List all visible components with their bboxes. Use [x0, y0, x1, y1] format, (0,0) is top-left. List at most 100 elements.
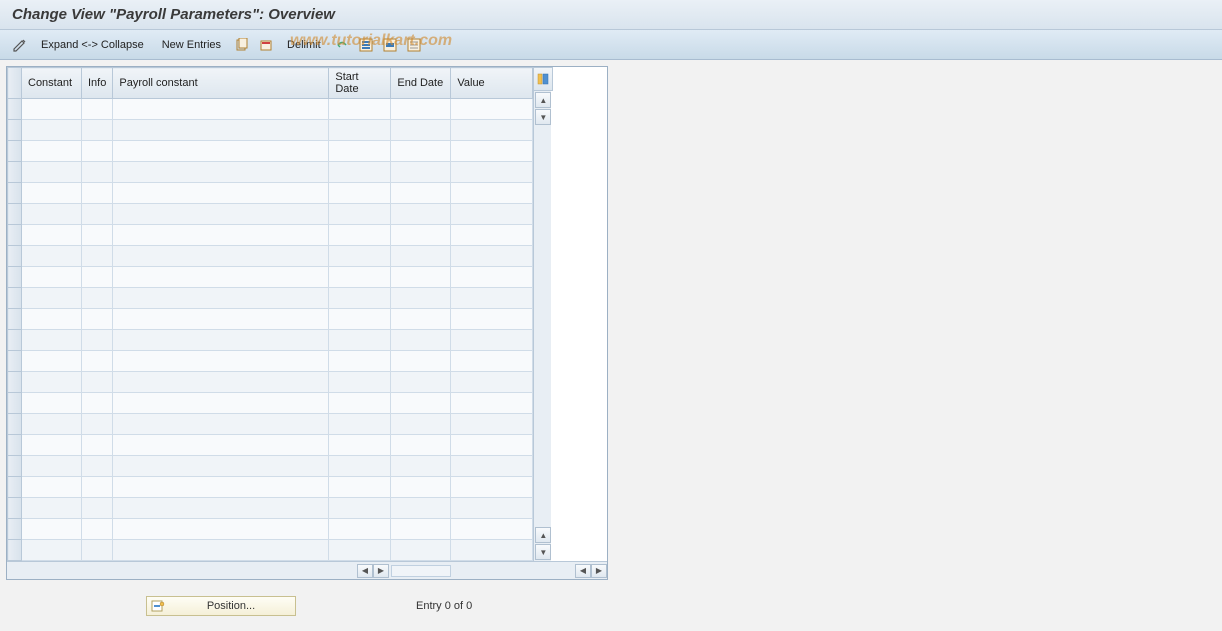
table-row[interactable]	[8, 372, 533, 393]
cell-payroll-constant[interactable]	[113, 393, 329, 414]
cell-payroll-constant[interactable]	[113, 330, 329, 351]
cell-value[interactable]	[451, 267, 533, 288]
cell-constant[interactable]	[22, 225, 82, 246]
cell-payroll-constant[interactable]	[113, 456, 329, 477]
table-row[interactable]	[8, 309, 533, 330]
cell-value[interactable]	[451, 246, 533, 267]
row-selector[interactable]	[8, 372, 22, 393]
cell-value[interactable]	[451, 162, 533, 183]
cell-info[interactable]	[82, 246, 113, 267]
cell-info[interactable]	[82, 309, 113, 330]
cell-start-date[interactable]	[329, 330, 391, 351]
scroll-down-icon[interactable]: ▼	[535, 109, 551, 125]
cell-start-date[interactable]	[329, 435, 391, 456]
cell-start-date[interactable]	[329, 309, 391, 330]
cell-end-date[interactable]	[391, 162, 451, 183]
row-selector[interactable]	[8, 477, 22, 498]
cell-payroll-constant[interactable]	[113, 141, 329, 162]
cell-info[interactable]	[82, 183, 113, 204]
cell-constant[interactable]	[22, 288, 82, 309]
row-selector[interactable]	[8, 99, 22, 120]
cell-payroll-constant[interactable]	[113, 162, 329, 183]
cell-end-date[interactable]	[391, 498, 451, 519]
table-row[interactable]	[8, 183, 533, 204]
cell-value[interactable]	[451, 120, 533, 141]
cell-payroll-constant[interactable]	[113, 519, 329, 540]
scroll-right-end-icon[interactable]: ▶	[591, 564, 607, 578]
table-row[interactable]	[8, 456, 533, 477]
cell-payroll-constant[interactable]	[113, 225, 329, 246]
row-selector[interactable]	[8, 288, 22, 309]
cell-start-date[interactable]	[329, 246, 391, 267]
table-row[interactable]	[8, 246, 533, 267]
row-selector[interactable]	[8, 540, 22, 561]
cell-info[interactable]	[82, 372, 113, 393]
cell-end-date[interactable]	[391, 351, 451, 372]
cell-start-date[interactable]	[329, 540, 391, 561]
scroll-down-bottom-icon[interactable]: ▼	[535, 544, 551, 560]
cell-end-date[interactable]	[391, 141, 451, 162]
table-row[interactable]	[8, 99, 533, 120]
cell-constant[interactable]	[22, 330, 82, 351]
delimit-button[interactable]: Delimit	[280, 35, 328, 55]
cell-start-date[interactable]	[329, 477, 391, 498]
cell-info[interactable]	[82, 141, 113, 162]
horizontal-scrollbar[interactable]: ◀ ▶ ◀ ▶	[7, 561, 607, 579]
cell-start-date[interactable]	[329, 393, 391, 414]
position-button[interactable]: Position...	[146, 596, 296, 616]
cell-constant[interactable]	[22, 477, 82, 498]
cell-start-date[interactable]	[329, 204, 391, 225]
cell-end-date[interactable]	[391, 330, 451, 351]
row-selector[interactable]	[8, 498, 22, 519]
column-constant[interactable]: Constant	[22, 68, 82, 99]
cell-payroll-constant[interactable]	[113, 477, 329, 498]
cell-value[interactable]	[451, 225, 533, 246]
cell-value[interactable]	[451, 288, 533, 309]
table-row[interactable]	[8, 393, 533, 414]
cell-info[interactable]	[82, 267, 113, 288]
cell-constant[interactable]	[22, 372, 82, 393]
cell-constant[interactable]	[22, 456, 82, 477]
cell-info[interactable]	[82, 120, 113, 141]
cell-info[interactable]	[82, 498, 113, 519]
cell-value[interactable]	[451, 141, 533, 162]
row-selector[interactable]	[8, 330, 22, 351]
cell-payroll-constant[interactable]	[113, 120, 329, 141]
cell-end-date[interactable]	[391, 288, 451, 309]
cell-info[interactable]	[82, 330, 113, 351]
cell-start-date[interactable]	[329, 372, 391, 393]
new-entries-button[interactable]: New Entries	[155, 35, 228, 55]
cell-end-date[interactable]	[391, 183, 451, 204]
cell-start-date[interactable]	[329, 99, 391, 120]
select-all-icon[interactable]	[356, 36, 376, 54]
cell-end-date[interactable]	[391, 519, 451, 540]
table-row[interactable]	[8, 351, 533, 372]
table-row[interactable]	[8, 435, 533, 456]
cell-end-date[interactable]	[391, 267, 451, 288]
undo-change-icon[interactable]	[332, 36, 352, 54]
cell-start-date[interactable]	[329, 183, 391, 204]
row-selector[interactable]	[8, 225, 22, 246]
scroll-up-bottom-icon[interactable]: ▲	[535, 527, 551, 543]
cell-value[interactable]	[451, 204, 533, 225]
cell-constant[interactable]	[22, 351, 82, 372]
cell-value[interactable]	[451, 540, 533, 561]
cell-value[interactable]	[451, 456, 533, 477]
cell-constant[interactable]	[22, 162, 82, 183]
row-selector[interactable]	[8, 120, 22, 141]
cell-constant[interactable]	[22, 435, 82, 456]
cell-info[interactable]	[82, 351, 113, 372]
scroll-left-icon[interactable]: ◀	[357, 564, 373, 578]
cell-value[interactable]	[451, 519, 533, 540]
cell-value[interactable]	[451, 330, 533, 351]
cell-constant[interactable]	[22, 519, 82, 540]
table-row[interactable]	[8, 267, 533, 288]
cell-constant[interactable]	[22, 267, 82, 288]
select-block-icon[interactable]	[380, 36, 400, 54]
table-row[interactable]	[8, 225, 533, 246]
column-end-date[interactable]: End Date	[391, 68, 451, 99]
cell-start-date[interactable]	[329, 456, 391, 477]
cell-end-date[interactable]	[391, 456, 451, 477]
cell-value[interactable]	[451, 477, 533, 498]
cell-payroll-constant[interactable]	[113, 183, 329, 204]
